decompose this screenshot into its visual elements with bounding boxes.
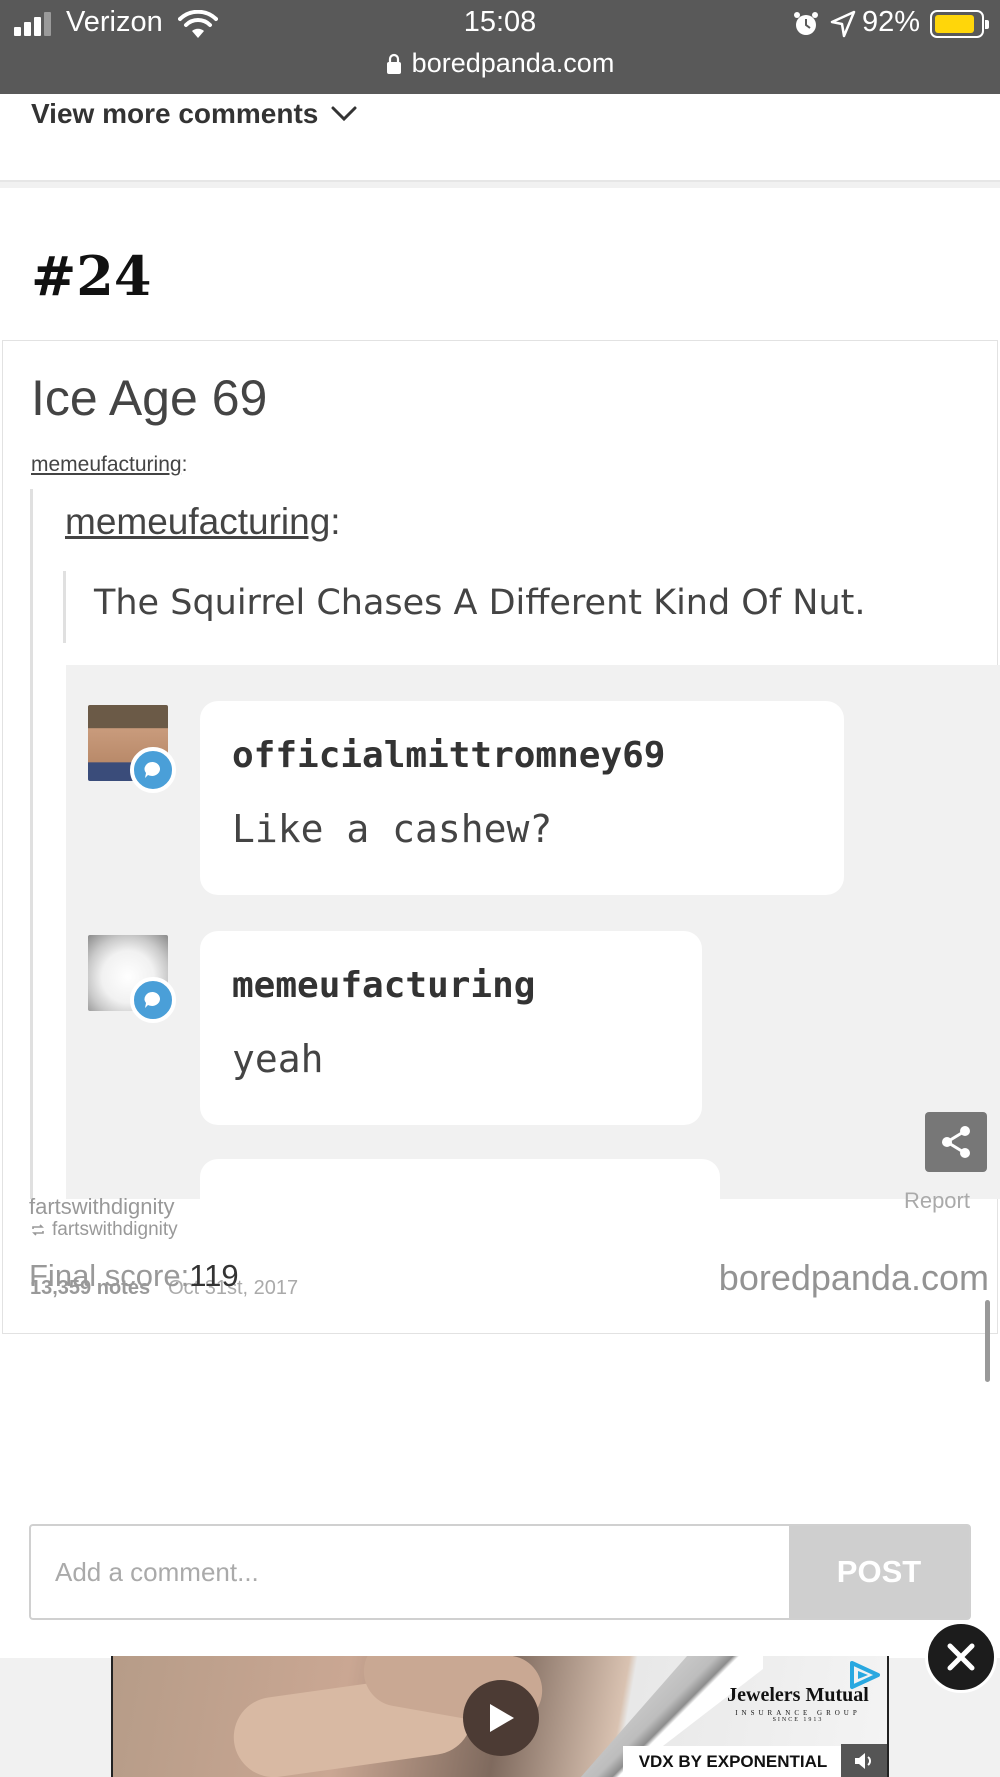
final-score: Final score:119 — [29, 1258, 239, 1294]
close-icon — [947, 1643, 975, 1671]
adchoices-icon[interactable] — [848, 1660, 882, 1690]
chat-text: yeah — [232, 1037, 324, 1081]
close-ad-button[interactable] — [925, 1621, 997, 1693]
alarm-icon — [794, 12, 818, 35]
tumblr-embed: Ice Age 69 memeufacturing: memeufacturin… — [2, 340, 1000, 1334]
battery-percent: 92% — [862, 6, 921, 38]
poster-link[interactable]: memeufacturing — [31, 453, 182, 476]
embed-title: Ice Age 69 — [31, 370, 268, 426]
chat-bubble-icon — [130, 977, 176, 1023]
chat-bubble-icon — [130, 747, 176, 793]
quote-user: memeufacturing: — [65, 501, 341, 543]
play-icon[interactable] — [463, 1680, 539, 1756]
reblog-icon — [32, 1224, 44, 1236]
scrollbar-thumb[interactable] — [985, 1300, 990, 1382]
inner-quote: The Squirrel Chases A Different Kind Of … — [63, 571, 923, 643]
chevron-down-icon — [331, 106, 357, 122]
avatar-memeufacturing — [88, 935, 176, 1023]
embed-poster: memeufacturing: — [31, 453, 187, 477]
share-button[interactable] — [925, 1112, 987, 1172]
chat-text: Like a cashew? — [232, 807, 553, 851]
comment-input[interactable] — [31, 1526, 791, 1618]
ad-brand-sub: INSURANCE GROUP — [735, 1709, 861, 1717]
chat-screenshot: officialmittromney69 Like a cashew? meme… — [66, 665, 1000, 1199]
quote-colon: : — [330, 501, 341, 542]
chat-sender: officialmittromney69 — [232, 735, 666, 776]
post-card: #24 Ice Age 69 memeufacturing: memeufact… — [0, 188, 1000, 1658]
chat-message: officialmittromney69 Like a cashew? — [200, 701, 844, 895]
comment-form: POST — [29, 1524, 971, 1620]
report-link[interactable]: Report — [904, 1188, 970, 1214]
reblog-quote: memeufacturing: The Squirrel Chases A Di… — [30, 489, 1000, 1199]
previous-comments-block: View more comments — [0, 94, 1000, 182]
chat-message: memeufacturing yeah — [200, 931, 702, 1125]
share-icon — [942, 1126, 970, 1158]
lock-icon — [386, 53, 401, 74]
watermark: boredpanda.com — [718, 1257, 989, 1298]
chat-sender: memeufacturing — [232, 965, 536, 1006]
ad-brand-since: SINCE 1913 — [772, 1717, 824, 1723]
battery-icon — [930, 10, 989, 38]
address-bar[interactable]: boredpanda.com — [0, 48, 1000, 79]
poster-colon: : — [181, 453, 188, 476]
final-score-label: Final score: — [29, 1258, 190, 1293]
status-bar: Verizon 15:08 92% boredpanda.com — [0, 0, 1000, 94]
avatar-officialmittromney69 — [88, 705, 176, 793]
view-more-label: View more comments — [31, 98, 319, 129]
video-ad[interactable]: Jewelers Mutual INSURANCE GROUP SINCE 19… — [111, 1656, 889, 1777]
ad-provider-label: VDX BY EXPONENTIAL — [623, 1746, 843, 1777]
speaker-icon[interactable] — [841, 1744, 887, 1777]
location-arrow-icon — [830, 10, 856, 38]
reblog-source: fartswithdignity — [30, 1219, 178, 1241]
view-more-comments-button[interactable]: View more comments — [31, 98, 358, 130]
url-text: boredpanda.com — [411, 48, 615, 78]
quote-text: The Squirrel Chases A Different Kind Of … — [94, 583, 866, 623]
item-number: #24 — [31, 244, 152, 308]
chat-message-partial — [200, 1159, 720, 1199]
source-user[interactable]: fartswithdignity — [29, 1194, 175, 1220]
quote-user-link[interactable]: memeufacturing — [65, 501, 330, 542]
post-comment-button[interactable]: POST — [789, 1526, 969, 1618]
reblog-user[interactable]: fartswithdignity — [52, 1219, 178, 1241]
final-score-value: 119 — [189, 1258, 239, 1293]
